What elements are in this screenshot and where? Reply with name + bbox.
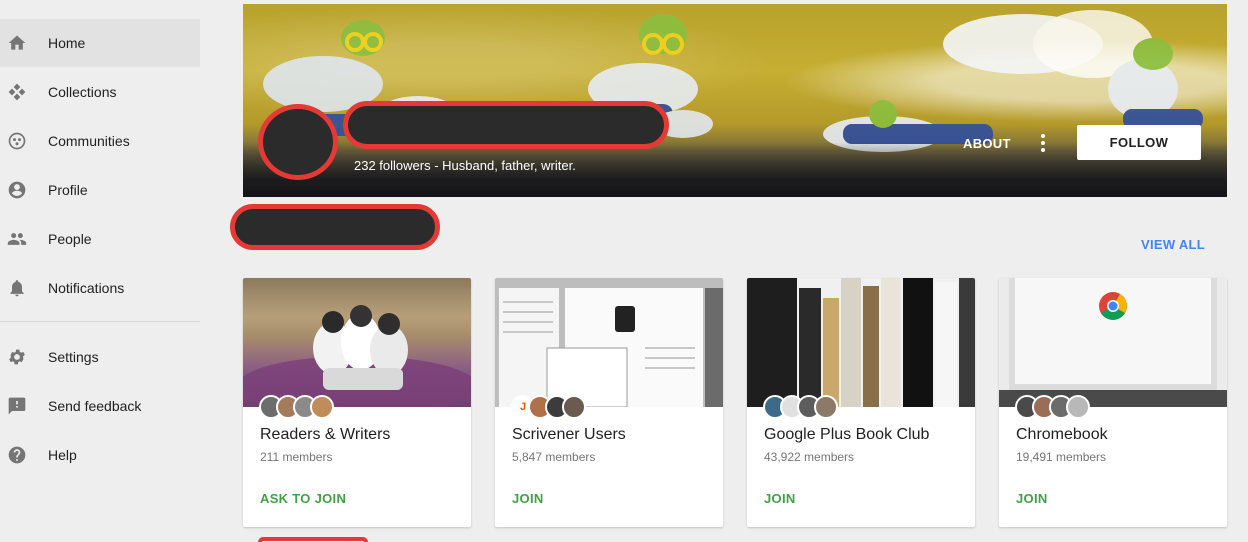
- sidebar-divider: [0, 321, 200, 322]
- community-members: 19,491 members: [1016, 450, 1107, 464]
- sidebar-item-label: Collections: [48, 84, 117, 100]
- avatar: [310, 395, 334, 419]
- join-button[interactable]: JOIN: [1016, 491, 1048, 506]
- sidebar-item-settings[interactable]: Settings: [0, 333, 200, 381]
- help-icon: [6, 444, 28, 466]
- community-members: 43,922 members: [764, 450, 855, 464]
- avatar: [562, 395, 586, 419]
- ask-to-join-button[interactable]: ASK TO JOIN: [260, 491, 346, 506]
- sidebar-item-label: Notifications: [48, 280, 125, 296]
- sidebar-item-help[interactable]: Help: [0, 431, 200, 479]
- community-members: 5,847 members: [512, 450, 596, 464]
- join-button[interactable]: JOIN: [512, 491, 544, 506]
- sidebar-item-send-feedback[interactable]: Send feedback: [0, 382, 200, 430]
- sidebar-item-people[interactable]: People: [0, 215, 200, 263]
- sidebar-item-profile[interactable]: Profile: [0, 166, 200, 214]
- sidebar-item-label: Communities: [48, 133, 130, 149]
- sidebar-item-label: Profile: [48, 182, 88, 198]
- follow-button[interactable]: FOLLOW: [1077, 125, 1201, 160]
- sidebar-item-label: Send feedback: [48, 398, 142, 414]
- settings-icon: [6, 346, 28, 368]
- profile-avatar-redacted: [258, 104, 338, 180]
- community-members: 211 members: [260, 450, 333, 464]
- community-card-chromebook[interactable]: Chromebook 19,491 members JOIN: [999, 278, 1227, 527]
- community-title: Chromebook: [1016, 426, 1108, 443]
- profile-subtitle: 232 followers - Husband, father, writer.: [354, 158, 576, 173]
- sidebar-item-notifications[interactable]: Notifications: [0, 264, 200, 312]
- member-avatars: [1015, 395, 1090, 419]
- section-title-redacted: [230, 204, 440, 250]
- notifications-icon: [6, 277, 28, 299]
- feedback-icon: [6, 395, 28, 417]
- sidebar-item-label: Help: [48, 447, 77, 463]
- profile-icon: [6, 179, 28, 201]
- sidebar-item-collections[interactable]: Collections: [0, 68, 200, 116]
- sidebar-item-label: Home: [48, 35, 86, 51]
- community-title: Scrivener Users: [512, 426, 626, 443]
- view-all-link[interactable]: VIEW ALL: [1141, 237, 1205, 252]
- sidebar-item-label: Settings: [48, 349, 99, 365]
- home-icon: [6, 32, 28, 54]
- profile-name-redacted: [343, 101, 669, 149]
- community-card-scrivener-users[interactable]: J Scrivener Users 5,847 members JOIN: [495, 278, 723, 527]
- community-card-readers-writers[interactable]: Readers & Writers 211 members ASK TO JOI…: [243, 278, 471, 527]
- about-link[interactable]: ABOUT: [963, 136, 1011, 151]
- join-button[interactable]: JOIN: [764, 491, 796, 506]
- community-card-google-plus-book-club[interactable]: Google Plus Book Club 43,922 members JOI…: [747, 278, 975, 527]
- communities-icon: [6, 130, 28, 152]
- community-image: [747, 278, 975, 407]
- sidebar-item-communities[interactable]: Communities: [0, 117, 200, 165]
- community-title: Google Plus Book Club: [764, 426, 930, 443]
- member-avatars: [763, 395, 838, 419]
- sidebar-item-label: People: [48, 231, 92, 247]
- community-title: Readers & Writers: [260, 426, 391, 443]
- more-options-icon[interactable]: [1034, 131, 1052, 155]
- member-avatars: [259, 395, 334, 419]
- avatar: [1066, 395, 1090, 419]
- next-section-redacted: [258, 537, 368, 542]
- people-icon: [6, 228, 28, 250]
- member-avatars: J: [511, 395, 586, 419]
- community-image: [999, 278, 1227, 407]
- avatar: [814, 395, 838, 419]
- collections-icon: [6, 81, 28, 103]
- sidebar-item-home[interactable]: Home: [0, 19, 200, 67]
- sidebar-nav: Home Collections Communities Profile Peo…: [0, 0, 210, 542]
- community-image: [243, 278, 471, 407]
- community-image: [495, 278, 723, 407]
